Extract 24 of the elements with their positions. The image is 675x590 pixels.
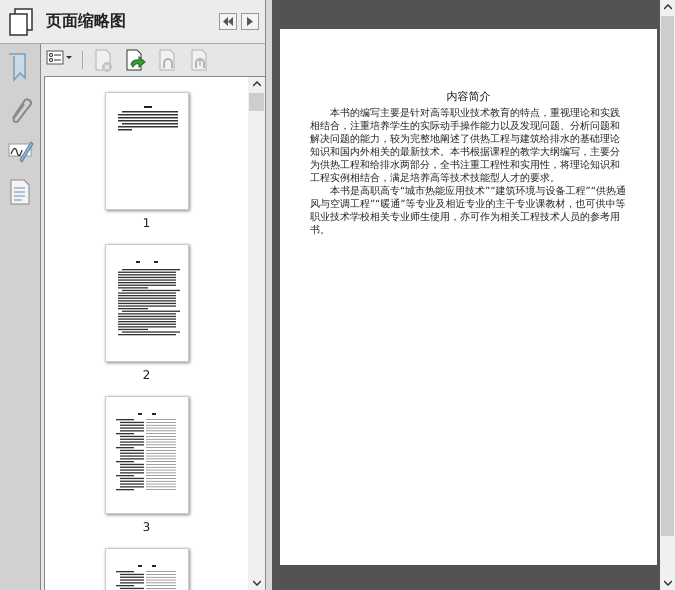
scrollbar[interactable] bbox=[248, 77, 265, 590]
collapse-button[interactable] bbox=[219, 13, 237, 30]
double-left-arrow-icon bbox=[223, 17, 233, 26]
scroll-down-icon[interactable] bbox=[252, 580, 260, 586]
scroll-up-icon[interactable] bbox=[664, 4, 672, 10]
right-arrow-icon bbox=[247, 17, 253, 26]
page-thumbnail[interactable] bbox=[104, 396, 188, 514]
pages-icon bbox=[8, 8, 34, 36]
scroll-up-icon[interactable] bbox=[252, 81, 260, 87]
page-thumbnail[interactable] bbox=[104, 92, 188, 210]
body-paragraph: 本书是高职高专“城市热能应用技术”“建筑环境与设备工程”“供热通风与空调工程”“暖通”等专业及相近专业的主干专业课教材，也可供中等职业技术学校相关专业师生使用，亦可作为相关工程技术人员的参考用书。 bbox=[310, 185, 627, 237]
page-heading: 内容简介 bbox=[446, 89, 492, 104]
panel-title: 页面缩略图 bbox=[46, 11, 127, 32]
body-paragraph: 本书的编写主要是针对高等职业技术教育的特点，重视理论和实践相结合，注重培养学生的实际动手操作能力以及发现问题、分析问题和解决问题的能力，较为完整地阐述了供热工程与建筑给排水的基础理论知识和国内外相关的最新技术。本书根据课程的教学大纲编写，主要分为供热工程和给排水两部分，全书注重工程性和实用性，将理论知识和工程实例相结合，满足培养高等技术技能型人才的要求。 bbox=[310, 107, 621, 185]
page-number: 3 bbox=[142, 520, 150, 534]
page-number: 2 bbox=[142, 368, 150, 382]
scroll-thumb[interactable] bbox=[249, 93, 264, 111]
scroll-down-icon[interactable] bbox=[664, 580, 672, 586]
splitter-handle[interactable] bbox=[266, 0, 273, 590]
page-thumbnail[interactable] bbox=[104, 244, 188, 362]
scroll-thumb[interactable] bbox=[661, 16, 674, 536]
scrollbar[interactable] bbox=[660, 0, 675, 590]
expand-button[interactable] bbox=[241, 13, 259, 30]
page-number: 1 bbox=[142, 216, 150, 230]
